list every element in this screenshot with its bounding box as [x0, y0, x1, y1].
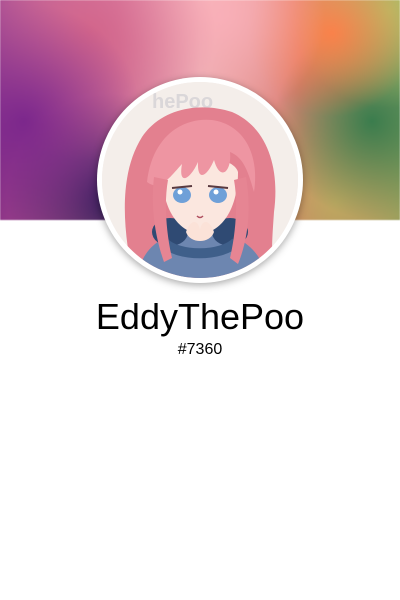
avatar-ring: hePoo: [97, 77, 303, 283]
avatar-image: hePoo: [102, 82, 298, 278]
discriminator-tag: #7360: [177, 341, 223, 358]
username: EddyThePoo: [95, 296, 305, 337]
avatar[interactable]: hePoo: [102, 82, 298, 278]
profile-card: hePoo EddyThePoo #7360: [0, 0, 400, 600]
